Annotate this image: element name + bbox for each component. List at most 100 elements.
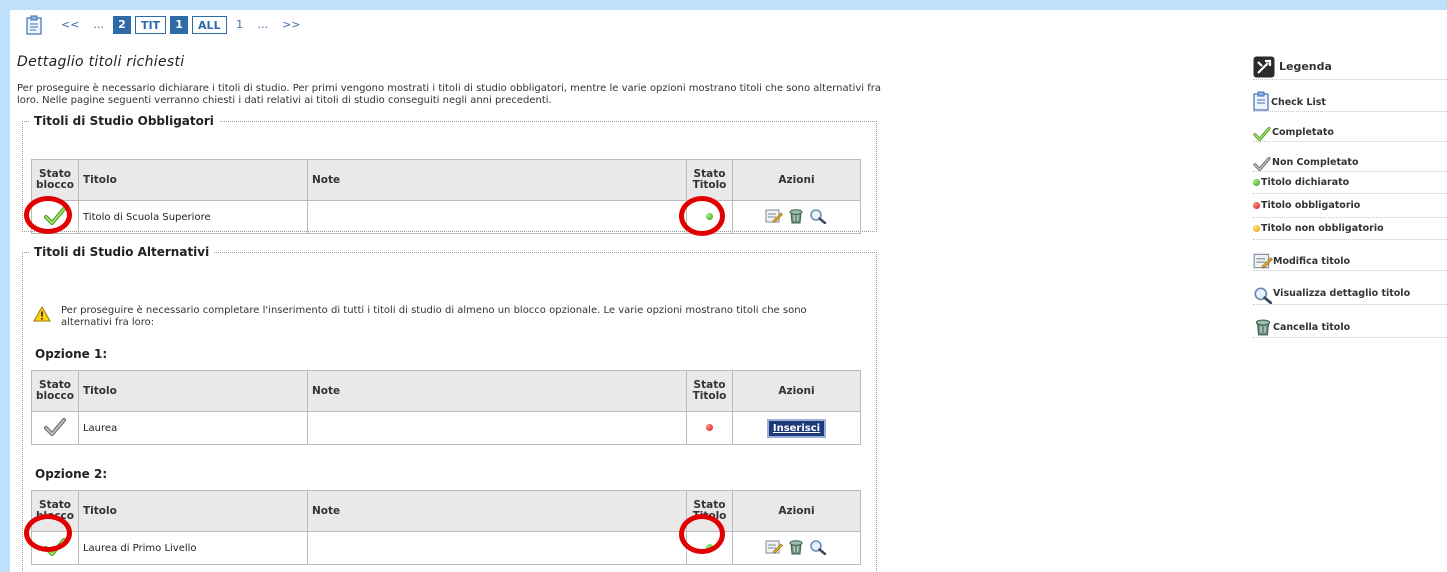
legend-label: Cancella titolo [1273, 322, 1351, 333]
legend-panel: Legenda Check List Completato Non Comple… [1253, 54, 1447, 338]
legend-icon [1253, 56, 1275, 77]
legend-item: Titolo obbligatorio [1253, 194, 1447, 218]
table-header-row: Stato blocco Titolo Note Stato Titolo Az… [31, 490, 862, 532]
header-stato-blocco: Stato blocco [31, 370, 79, 412]
section-alternative-titles: Titoli di Studio Alternativi Per prosegu… [22, 245, 877, 572]
delete-icon [1255, 319, 1271, 336]
header-stato-titolo: Stato Titolo [685, 370, 733, 412]
header-titolo: Titolo [77, 490, 308, 532]
actions-cell: Inserisci [731, 411, 862, 445]
page-first-link[interactable]: << [56, 16, 84, 34]
intro-text: Per proseguire è necessario dichiarare i… [17, 83, 881, 106]
page-link-2[interactable]: 2 [112, 16, 131, 34]
header-azioni: Azioni [731, 370, 862, 412]
section-legend: Titoli di Studio Alternativi [34, 245, 210, 259]
legend-label: Titolo non obbligatorio [1261, 223, 1384, 234]
header-titolo: Titolo [77, 159, 308, 201]
header-note: Note [306, 370, 687, 412]
table-row: Laurea di Primo Livello [31, 531, 862, 565]
title-cell: Laurea di Primo Livello [77, 531, 308, 565]
header-note: Note [306, 159, 687, 201]
header-stato-titolo: Stato Titolo [685, 159, 733, 201]
inserisci-button[interactable]: Inserisci [766, 418, 827, 438]
legend-item: Non Completato [1253, 142, 1447, 172]
delete-icon[interactable] [787, 207, 805, 225]
green-dot-icon [1253, 179, 1260, 186]
header-azioni: Azioni [731, 490, 862, 532]
page-link-1[interactable]: 1 [231, 16, 249, 34]
page-ellipsis: ... [93, 18, 104, 31]
legend-item: Titolo dichiarato [1253, 172, 1447, 194]
legend-label: Titolo dichiarato [1261, 177, 1350, 188]
page-link-all[interactable]: ALL [192, 16, 227, 34]
header-note: Note [306, 490, 687, 532]
checklist-icon [1253, 91, 1269, 111]
block-status-cell [31, 200, 79, 234]
block-status-cell [31, 531, 79, 565]
option-1-title: Opzione 1: [35, 347, 108, 361]
note-cell [306, 411, 687, 445]
option-2-title: Opzione 2: [35, 467, 108, 481]
page-title: Dettaglio titoli richiesti [17, 54, 185, 70]
gray-check-icon [43, 417, 66, 436]
warning-message: Per proseguire è necessario completare l… [33, 305, 853, 329]
section-mandatory-titles: Titoli di Studio Obbligatori Stato blocc… [22, 114, 877, 234]
green-check-icon [43, 206, 66, 225]
titles-table: Stato blocco Titolo Note Stato Titolo Az… [31, 490, 862, 565]
legend-item: Completato [1253, 112, 1447, 142]
green-check-icon [1253, 127, 1271, 141]
legend-title: Legenda [1279, 60, 1332, 73]
magnifier-icon [1254, 287, 1273, 304]
legend-item: Visualizza dettaglio titolo [1253, 271, 1447, 305]
legend-label: Completato [1272, 127, 1334, 138]
pagination-bar: << ... 2 TIT 1 ALL 1 ... >> [26, 13, 310, 37]
table-row: Titolo di Scuola Superiore [31, 200, 862, 234]
warning-icon [33, 306, 51, 322]
actions-cell [731, 200, 862, 234]
header-stato-blocco: Stato blocco [31, 490, 79, 532]
page-ellipsis: ... [257, 18, 269, 31]
page-last-link[interactable]: >> [277, 16, 305, 34]
titles-table: Stato blocco Titolo Note Stato Titolo Az… [31, 159, 862, 234]
title-cell: Titolo di Scuola Superiore [77, 200, 308, 234]
page-link-current[interactable]: 1 [170, 16, 189, 34]
note-cell [306, 531, 687, 565]
gray-check-icon [1253, 157, 1271, 171]
title-status-cell [685, 200, 733, 234]
delete-icon[interactable] [787, 538, 805, 556]
red-dot-icon [705, 423, 713, 431]
edit-icon [1253, 253, 1273, 269]
page-link-tit[interactable]: TIT [134, 16, 167, 34]
green-check-icon [43, 537, 66, 556]
checklist-icon[interactable] [26, 15, 42, 35]
legend-label: Non Completato [1272, 157, 1359, 168]
header-stato-blocco: Stato blocco [31, 159, 79, 201]
legend-item: Modifica titolo [1253, 240, 1447, 271]
legend-label: Modifica titolo [1273, 256, 1351, 267]
legend-header: Legenda [1253, 54, 1447, 80]
green-dot-icon [705, 212, 713, 220]
table-row: Laurea Inserisci [31, 411, 862, 445]
title-status-cell [685, 531, 733, 565]
legend-item: Cancella titolo [1253, 305, 1447, 338]
legend-label: Visualizza dettaglio titolo [1273, 288, 1411, 299]
table-header-row: Stato blocco Titolo Note Stato Titolo Az… [31, 159, 862, 201]
legend-item: Check List [1253, 80, 1447, 112]
edit-icon[interactable] [765, 208, 784, 224]
red-dot-icon [1253, 202, 1260, 209]
note-cell [306, 200, 687, 234]
edit-icon[interactable] [765, 539, 784, 555]
yellow-dot-icon [1253, 225, 1260, 232]
title-cell: Laurea [77, 411, 308, 445]
legend-label: Check List [1271, 97, 1326, 108]
magnifier-icon[interactable] [809, 208, 827, 224]
green-dot-icon [705, 543, 713, 551]
legend-label: Titolo obbligatorio [1261, 200, 1361, 211]
magnifier-icon[interactable] [809, 539, 827, 555]
header-azioni: Azioni [731, 159, 862, 201]
block-status-cell [31, 411, 79, 445]
legend-item: Titolo non obbligatorio [1253, 218, 1447, 240]
header-stato-titolo: Stato Titolo [685, 490, 733, 532]
title-status-cell [685, 411, 733, 445]
header-titolo: Titolo [77, 370, 308, 412]
